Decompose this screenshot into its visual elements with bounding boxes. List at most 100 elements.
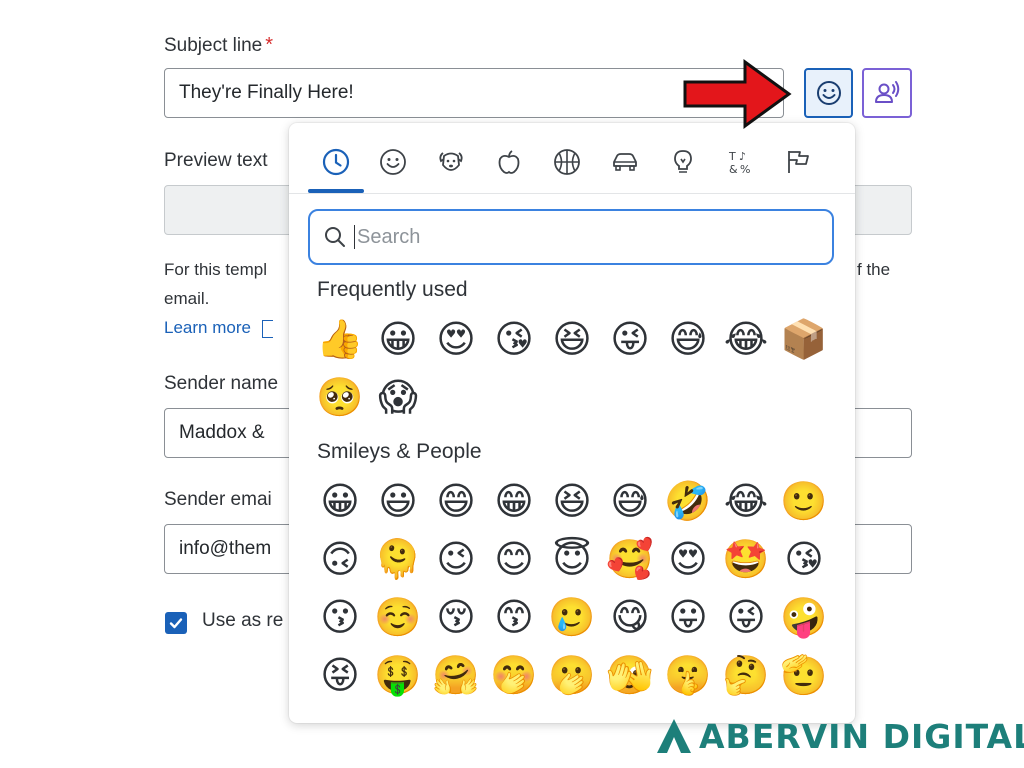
apple-icon: [498, 150, 520, 174]
emoji-button[interactable]: 🙂: [775, 473, 833, 531]
emoji-button[interactable]: 😛: [659, 589, 717, 647]
learn-more-link[interactable]: Learn more: [164, 313, 273, 342]
brand-name: ABERVIN DIGITAL: [699, 716, 1024, 756]
smileys-people-title: Smileys & People: [317, 440, 482, 463]
emoji-button[interactable]: 😙: [485, 589, 543, 647]
category-animals-tab[interactable]: [434, 145, 468, 179]
emoji-button[interactable]: 🥲: [543, 589, 601, 647]
svg-text:T: T: [728, 150, 736, 163]
emoji-button[interactable]: 🤑: [369, 647, 427, 705]
emoji-button[interactable]: 📦: [775, 311, 833, 369]
emoji-button[interactable]: 😜: [601, 311, 659, 369]
svg-text:&: &: [729, 163, 738, 176]
emoji-button[interactable]: 😀: [311, 473, 369, 531]
emoji-button[interactable]: 🫣: [601, 647, 659, 705]
emoji-button[interactable]: 🤣: [659, 473, 717, 531]
basketball-icon: [554, 149, 580, 175]
helper-text-line2: email.: [164, 289, 210, 308]
emoji-button[interactable]: 👍: [311, 311, 369, 369]
sender-email-value: info@them: [179, 538, 272, 559]
emoji-button[interactable]: 🫠: [369, 531, 427, 589]
emoji-button[interactable]: 😝: [311, 647, 369, 705]
brand-logo: ABERVIN DIGITAL: [655, 713, 1024, 759]
subject-line-value: They're Finally Here!: [179, 82, 354, 103]
dog-icon: [439, 152, 463, 171]
emoji-button[interactable]: 🤗: [427, 647, 485, 705]
text-cursor: [354, 225, 355, 249]
smiley-icon: [816, 81, 841, 105]
emoji-button[interactable]: 😍: [659, 531, 717, 589]
smileys-people-grid: 😀 😃 😄 😁 😆 😅 🤣 😂 🙂 🙃 🫠 😉 😊 😇 🥰 😍 🤩 😘 😗 ☺️ 😚 😙 🥲 😋 😛 😜 🤪 😝 🤑 🤗 🤭 🫢 🫣 🤫 🤔 🫡: [311, 473, 833, 705]
emoji-button[interactable]: 😗: [311, 589, 369, 647]
emoji-button[interactable]: 😱: [369, 369, 427, 427]
category-activities-tab[interactable]: [550, 145, 584, 179]
emoji-button[interactable]: 😄: [427, 473, 485, 531]
lightbulb-icon: [674, 150, 692, 173]
sender-name-label: Sender name: [164, 373, 279, 394]
sender-name-value: Maddox &: [179, 422, 265, 443]
helper-text-start: For this templ: [164, 260, 267, 279]
emoji-button[interactable]: 😆: [543, 311, 601, 369]
learn-more-text: Learn more: [164, 318, 251, 337]
emoji-button[interactable]: 🤭: [485, 647, 543, 705]
emoji-button[interactable]: [804, 68, 853, 118]
emoji-button[interactable]: 🤫: [659, 647, 717, 705]
emoji-button[interactable]: 🥰: [601, 531, 659, 589]
category-smileys-tab[interactable]: [376, 145, 410, 179]
frequently-used-title: Frequently used: [317, 278, 468, 301]
emoji-button[interactable]: 😁: [485, 473, 543, 531]
emoji-button[interactable]: 😂: [717, 311, 775, 369]
emoji-picker: T ♪ & % Search Frequently used 👍 😀 😍 😘 😆 😜 😅 😂 📦…: [289, 123, 855, 723]
emoji-button[interactable]: 🤩: [717, 531, 775, 589]
helper-text-line1-end: f the: [857, 260, 891, 279]
emoji-button[interactable]: 😅: [659, 311, 717, 369]
emoji-category-bar: T ♪ & %: [289, 123, 855, 194]
brand-mark-icon: [657, 719, 691, 753]
emoji-button[interactable]: 🤔: [717, 647, 775, 705]
emoji-button[interactable]: 😍: [427, 311, 485, 369]
flag-icon: [788, 151, 809, 173]
category-recent-tab[interactable]: [319, 145, 353, 179]
smiley-icon: [380, 149, 406, 175]
emoji-button[interactable]: 😃: [369, 473, 427, 531]
car-icon: [613, 153, 637, 171]
emoji-button[interactable]: 😇: [543, 531, 601, 589]
emoji-button[interactable]: 😚: [427, 589, 485, 647]
frequently-used-grid: 👍 😀 😍 😘 😆 😜 😅 😂 📦 🥺 😱: [311, 311, 833, 427]
checkmark-icon: [169, 618, 183, 629]
external-link-icon: [261, 319, 273, 338]
personalize-button[interactable]: [862, 68, 912, 118]
active-category-indicator: [308, 189, 364, 193]
emoji-button[interactable]: ☺️: [369, 589, 427, 647]
emoji-button[interactable]: 🫡: [775, 647, 833, 705]
subject-line-label-text: Subject line: [164, 35, 263, 56]
subject-line-label: Subject line *: [164, 34, 273, 57]
reply-to-checkbox[interactable]: [165, 612, 187, 634]
emoji-button[interactable]: 😊: [485, 531, 543, 589]
emoji-button[interactable]: 😅: [601, 473, 659, 531]
category-objects-tab[interactable]: [666, 145, 700, 179]
svg-text:♪: ♪: [739, 150, 746, 163]
sender-email-label: Sender emai: [164, 489, 272, 510]
emoji-search-input[interactable]: Search: [308, 209, 834, 265]
category-food-tab[interactable]: [492, 145, 526, 179]
emoji-button[interactable]: 😋: [601, 589, 659, 647]
emoji-button[interactable]: 😜: [717, 589, 775, 647]
emoji-button[interactable]: 🤪: [775, 589, 833, 647]
emoji-button[interactable]: 😆: [543, 473, 601, 531]
emoji-button[interactable]: 😂: [717, 473, 775, 531]
category-flags-tab[interactable]: [782, 145, 816, 179]
preview-text-label: Preview text: [164, 150, 268, 171]
emoji-button[interactable]: 😉: [427, 531, 485, 589]
emoji-button[interactable]: 😘: [775, 531, 833, 589]
emoji-button[interactable]: 😀: [369, 311, 427, 369]
annotation-arrow: [683, 59, 792, 129]
emoji-button[interactable]: 🥺: [311, 369, 369, 427]
category-symbols-tab[interactable]: T ♪ & %: [724, 145, 758, 179]
emoji-search-placeholder: Search: [357, 225, 421, 248]
emoji-button[interactable]: 🙃: [311, 531, 369, 589]
emoji-button[interactable]: 🫢: [543, 647, 601, 705]
required-asterisk: *: [265, 34, 274, 56]
category-travel-tab[interactable]: [608, 145, 642, 179]
emoji-button[interactable]: 😘: [485, 311, 543, 369]
